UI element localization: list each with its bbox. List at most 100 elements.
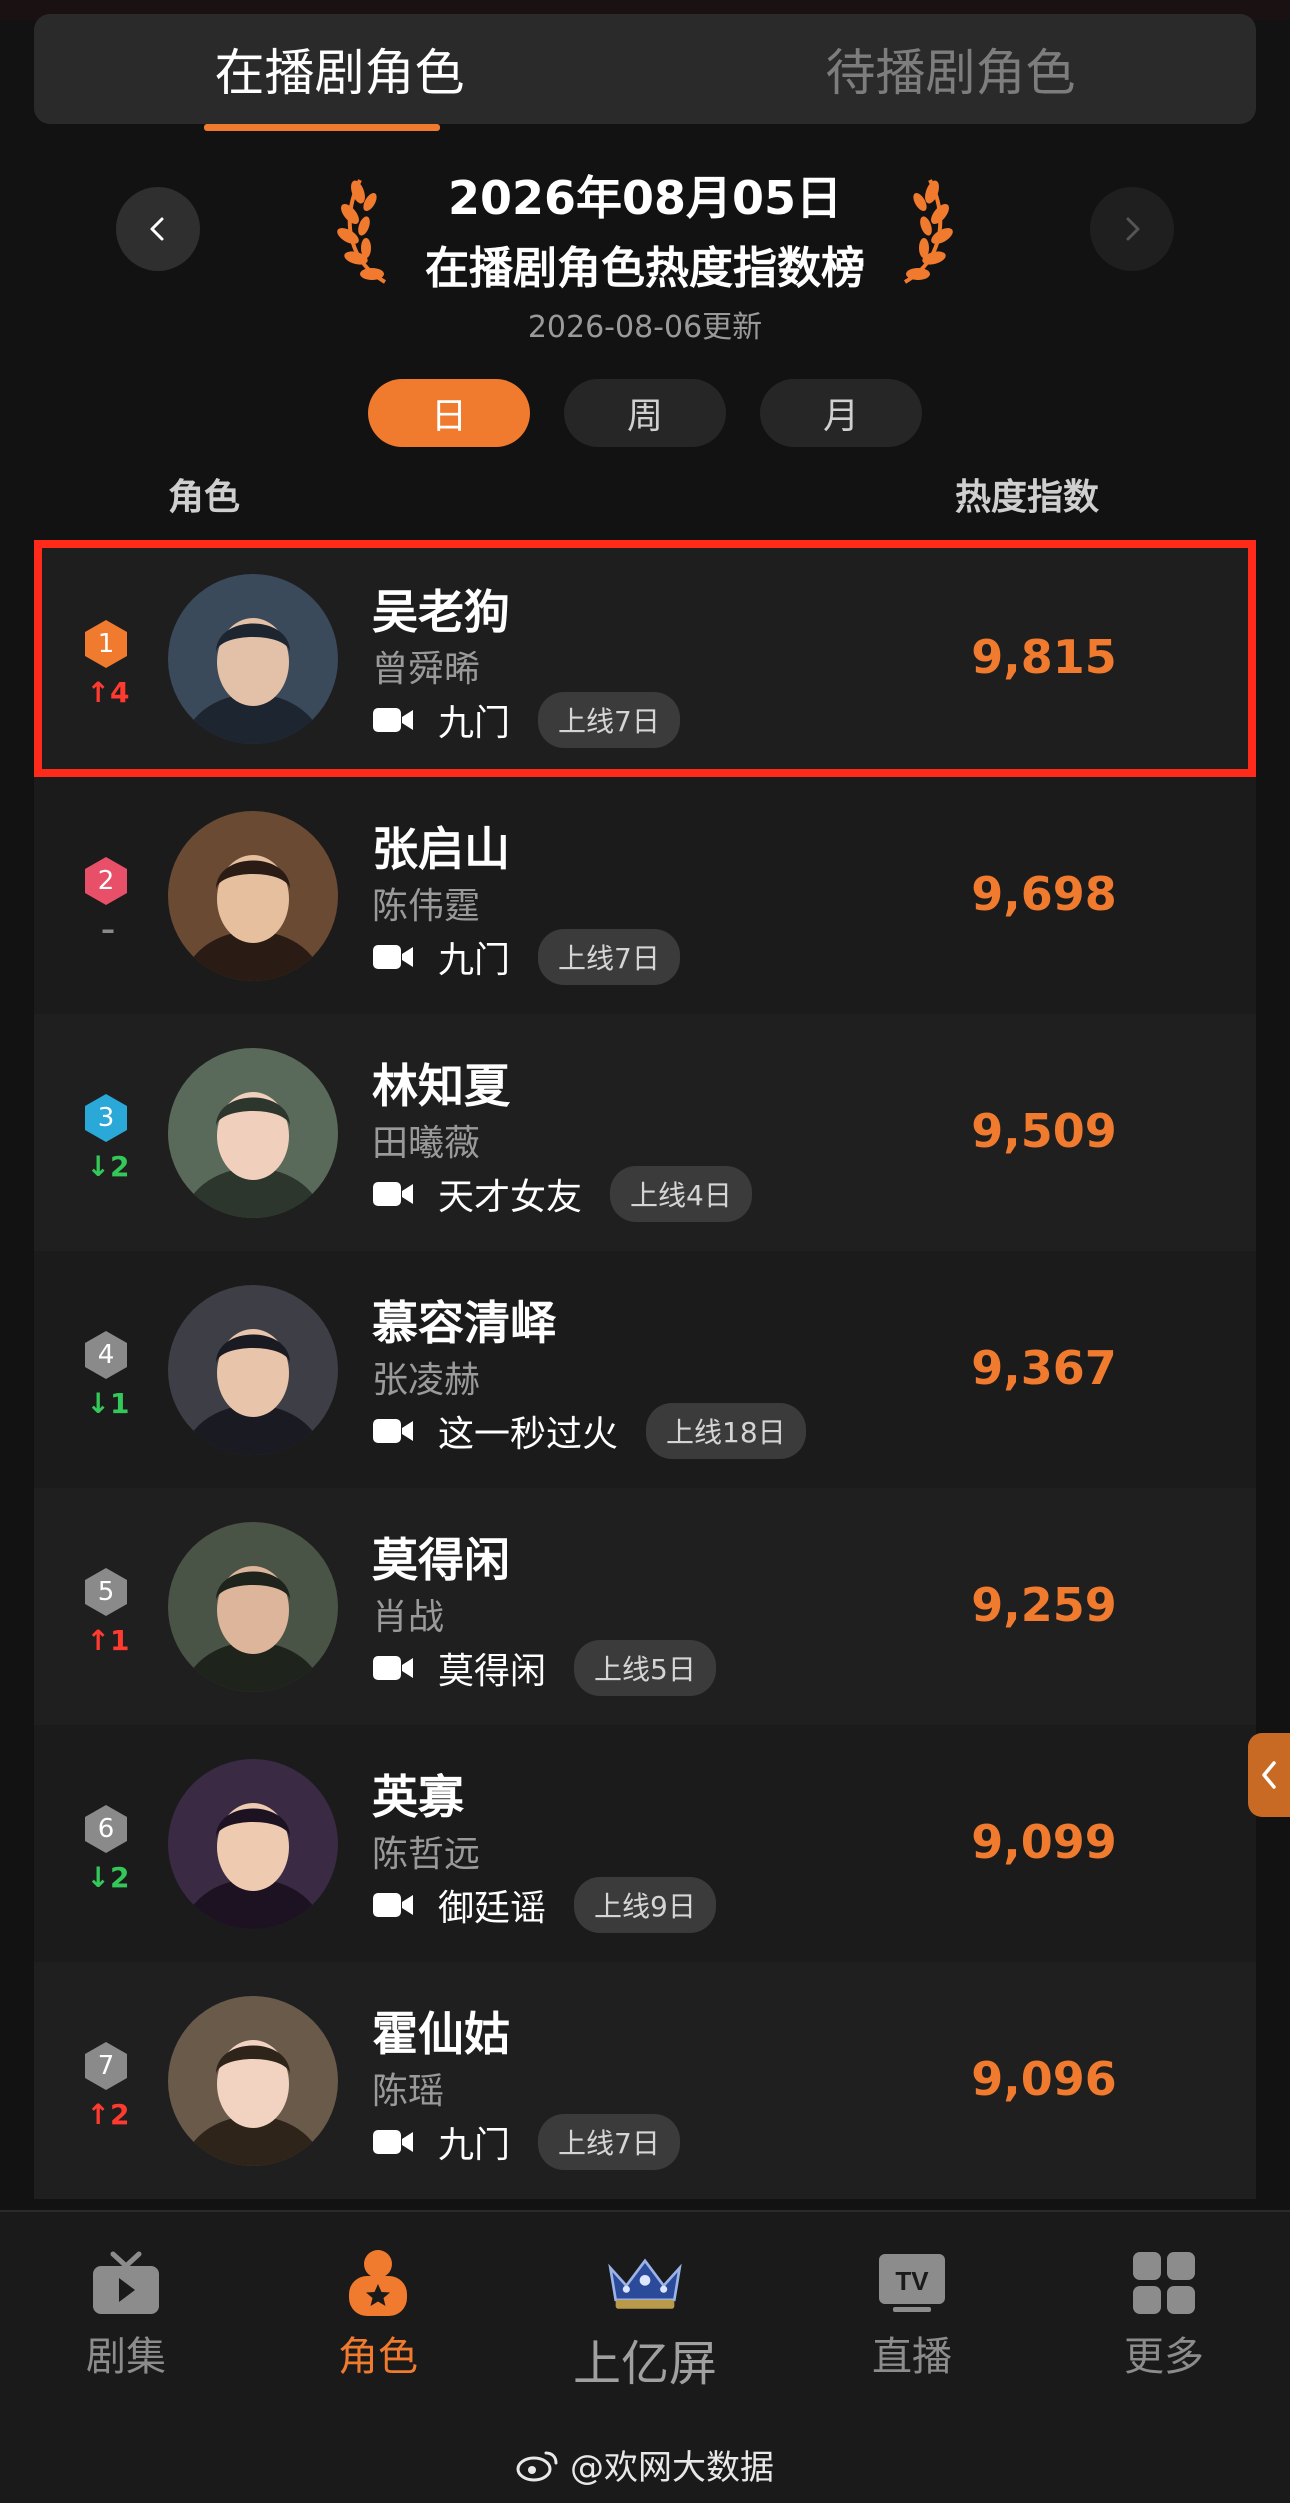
show-info: 九门 上线7日 xyxy=(372,2114,680,2170)
ranking-row[interactable]: 1 ↑4 吴老狗 曾舜晞 九门 上线7日 9,815 xyxy=(34,540,1256,777)
rank-change: ↑4 xyxy=(80,676,136,709)
show-name[interactable]: 九门 xyxy=(438,694,510,746)
rank-change: ↓2 xyxy=(80,1861,136,1894)
actor-name: 肖战 xyxy=(372,1597,445,1638)
video-camera-icon xyxy=(373,708,413,732)
column-header-heat: 热度指数 xyxy=(955,477,1100,518)
heat-index-value: 9,259 xyxy=(971,1578,1117,1632)
online-days-badge: 上线9日 xyxy=(574,1877,716,1933)
weibo-icon xyxy=(516,2451,558,2481)
rank-number: 5 xyxy=(97,1577,115,1607)
tv-live-icon: TV xyxy=(872,2248,952,2318)
role-name: 吴老狗 xyxy=(372,585,510,639)
nav-live[interactable]: TV 直播 xyxy=(822,2248,1002,2382)
role-name: 慕容清峄 xyxy=(372,1296,556,1350)
actor-name: 陈伟霆 xyxy=(372,886,481,927)
show-name[interactable]: 天才女友 xyxy=(438,1168,582,1220)
video-camera-icon xyxy=(373,1656,413,1680)
heat-index-value: 9,099 xyxy=(971,1815,1117,1869)
rank-change: ↑1 xyxy=(80,1624,136,1657)
top-tabs: 在播剧角色 待播剧角色 xyxy=(34,14,1256,124)
show-info: 天才女友 上线4日 xyxy=(372,1166,752,1222)
avatar[interactable] xyxy=(168,811,338,981)
nav-top-screen-label: 上亿屏 xyxy=(572,2336,717,2392)
online-days-badge: 上线5日 xyxy=(574,1640,716,1696)
ranking-row[interactable]: 4 ↓1 慕容清峄 张凌赫 这一秒过火 上线18日 9,367 xyxy=(34,1251,1256,1488)
side-panel-toggle[interactable] xyxy=(1248,1733,1290,1817)
show-info: 九门 上线7日 xyxy=(372,692,680,748)
avatar[interactable] xyxy=(168,1996,338,2166)
svg-text:TV: TV xyxy=(895,2266,929,2296)
rank-number: 4 xyxy=(97,1340,115,1370)
rank-change: – xyxy=(80,913,136,946)
show-name[interactable]: 九门 xyxy=(438,2116,510,2168)
ranking-row[interactable]: 5 ↑1 莫得闲 肖战 莫得闲 上线5日 9,259 xyxy=(34,1488,1256,1725)
show-name[interactable]: 九门 xyxy=(438,931,510,983)
rank-change-value: 4 xyxy=(109,676,130,709)
update-time: 2026-08-06更新 xyxy=(527,310,763,345)
avatar[interactable] xyxy=(168,1048,338,1218)
show-name[interactable]: 莫得闲 xyxy=(438,1642,546,1694)
ranking-row[interactable]: 6 ↓2 英寡 陈哲远 御廷谣 上线9日 9,099 xyxy=(34,1725,1256,1962)
rank-change-arrow-icon: ↓ xyxy=(86,1861,110,1894)
tab-upcoming-roles[interactable]: 待播剧角色 xyxy=(645,14,1256,124)
online-days-badge: 上线7日 xyxy=(538,929,680,985)
actor-name: 田曦薇 xyxy=(372,1123,481,1164)
show-info: 九门 上线7日 xyxy=(372,929,680,985)
ranking-row[interactable]: 3 ↓2 林知夏 田曦薇 天才女友 上线4日 9,509 xyxy=(34,1014,1256,1251)
show-name[interactable]: 御廷谣 xyxy=(438,1879,546,1931)
rank-change-value: 1 xyxy=(109,1387,130,1420)
period-day-button[interactable]: 日 xyxy=(368,379,530,447)
tab-airing-roles[interactable]: 在播剧角色 xyxy=(34,14,645,124)
show-info: 这一秒过火 上线18日 xyxy=(372,1403,806,1459)
rank-change-value: 2 xyxy=(109,1150,130,1183)
watermark: @欢网大数据 xyxy=(0,2440,1290,2489)
nav-series-label: 剧集 xyxy=(86,2334,166,2380)
rank-change: ↓2 xyxy=(80,1150,136,1183)
avatar[interactable] xyxy=(168,574,338,744)
ranking-row[interactable]: 7 ↑2 霍仙姑 陈瑶 九门 上线7日 9,096 xyxy=(34,1962,1256,2199)
nav-roles[interactable]: 角色 xyxy=(288,2248,468,2382)
watermark-text: @欢网大数据 xyxy=(570,2448,774,2488)
person-star-icon xyxy=(338,2248,418,2318)
active-tab-indicator xyxy=(204,124,440,131)
ranking-list: 1 ↑4 吴老狗 曾舜晞 九门 上线7日 9,815 2 – 张启山 陈伟霆 九… xyxy=(34,540,1256,2199)
nav-more[interactable]: 更多 xyxy=(1074,2248,1254,2382)
heat-index-value: 9,096 xyxy=(971,2052,1117,2106)
actor-name: 陈瑶 xyxy=(372,2071,445,2112)
heat-index-value: 9,698 xyxy=(971,867,1117,921)
rank-change-value: 2 xyxy=(109,2098,130,2131)
avatar[interactable] xyxy=(168,1759,338,1929)
crown-icon xyxy=(605,2248,685,2318)
show-info: 御廷谣 上线9日 xyxy=(372,1877,716,1933)
ranking-row[interactable]: 2 – 张启山 陈伟霆 九门 上线7日 9,698 xyxy=(34,777,1256,1014)
period-month-button[interactable]: 月 xyxy=(760,379,922,447)
rank-change-value: – xyxy=(101,913,115,946)
period-week-button[interactable]: 周 xyxy=(564,379,726,447)
video-camera-icon xyxy=(373,1893,413,1917)
rank-change-arrow-icon: ↑ xyxy=(86,676,110,709)
period-selector: 日 周 月 xyxy=(368,379,922,447)
role-name: 霍仙姑 xyxy=(372,2007,510,2061)
nav-top-screen[interactable]: 上亿屏 xyxy=(555,2248,735,2394)
nav-live-label: 直播 xyxy=(872,2334,952,2380)
role-name: 莫得闲 xyxy=(372,1533,510,1587)
rank-change-arrow-icon: ↓ xyxy=(86,1150,110,1183)
online-days-badge: 上线7日 xyxy=(538,692,680,748)
actor-name: 曾舜晞 xyxy=(372,649,481,690)
heat-index-value: 9,509 xyxy=(971,1104,1117,1158)
grid-icon xyxy=(1124,2248,1204,2318)
video-camera-icon xyxy=(373,2130,413,2154)
rank-change-value: 1 xyxy=(109,1624,130,1657)
role-name: 林知夏 xyxy=(372,1059,510,1113)
online-days-badge: 上线4日 xyxy=(610,1166,752,1222)
show-name[interactable]: 这一秒过火 xyxy=(438,1405,618,1457)
nav-roles-label: 角色 xyxy=(338,2334,418,2380)
avatar[interactable] xyxy=(168,1285,338,1455)
rank-number: 1 xyxy=(97,629,115,659)
avatar[interactable] xyxy=(168,1522,338,1692)
online-days-badge: 上线18日 xyxy=(646,1403,806,1459)
rank-change-arrow-icon: ↑ xyxy=(86,2098,110,2131)
nav-series[interactable]: 剧集 xyxy=(36,2248,216,2382)
nav-more-label: 更多 xyxy=(1124,2334,1204,2380)
